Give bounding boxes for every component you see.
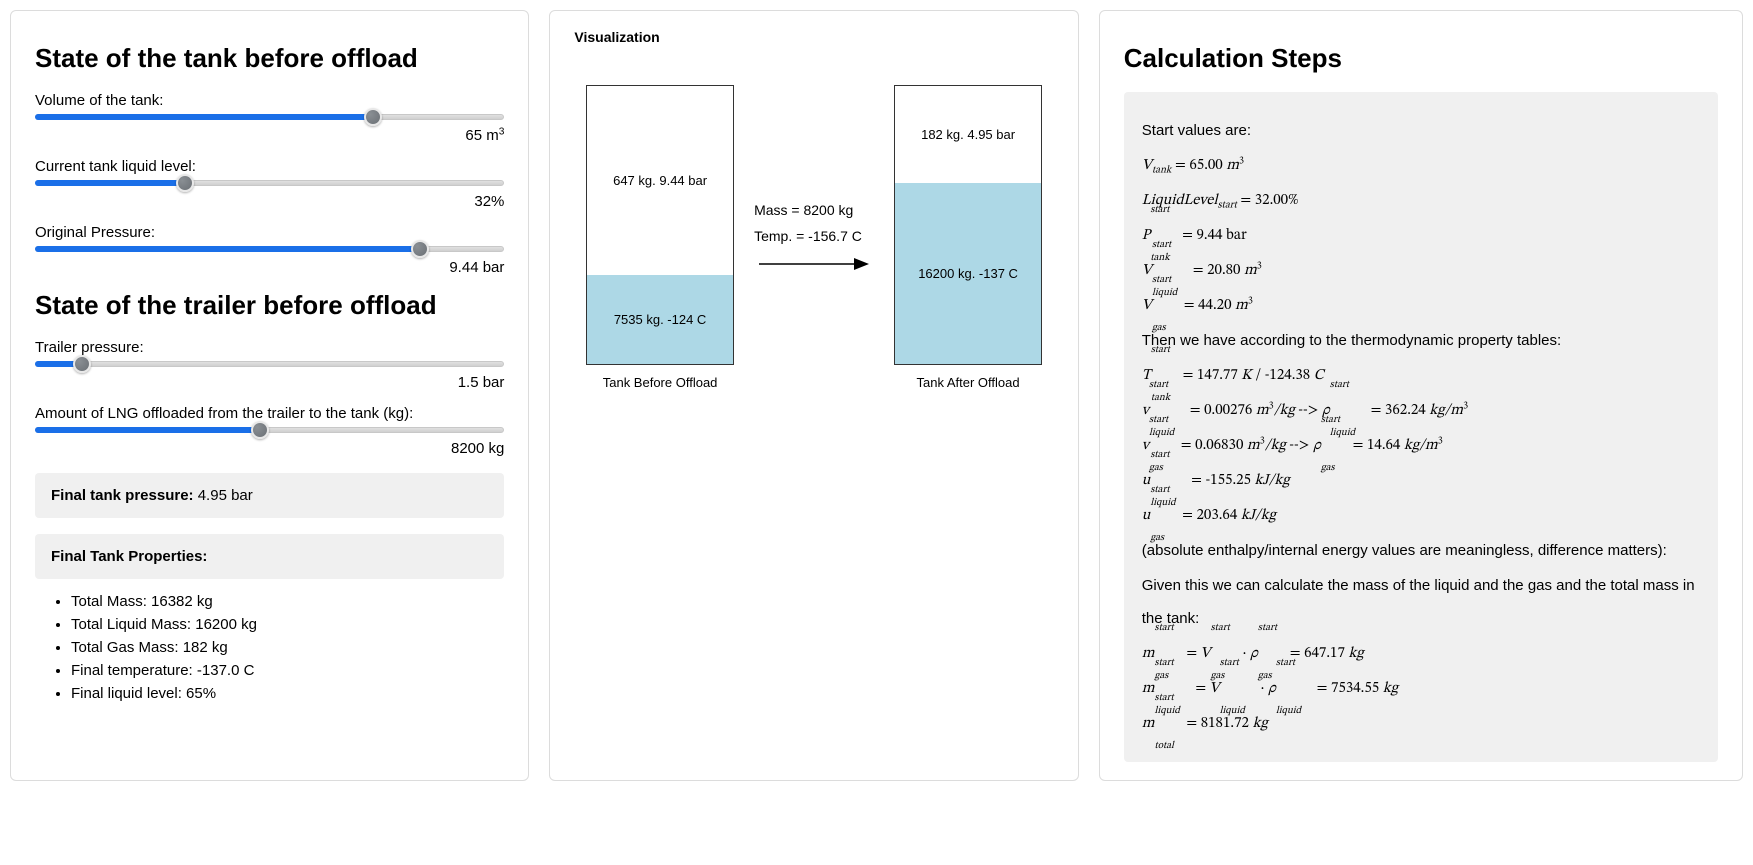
offload-value: 8200 kg xyxy=(35,430,504,457)
tank-before-gas: 647 kg. 9.44 bar xyxy=(587,86,733,275)
calculation-panel: Calculation Steps Start values are: Vtan… xyxy=(1099,10,1743,781)
pressure-label: Original Pressure: xyxy=(35,224,504,241)
calc-body: Start values are: Vtank = 65.00 m3 Liqui… xyxy=(1124,92,1718,762)
final-pressure-box: Final tank pressure: 4.95 bar xyxy=(35,473,504,518)
transfer-info: Mass = 8200 kg Temp. = -156.7 C xyxy=(754,202,874,274)
pressure-value: 9.44 bar xyxy=(35,249,504,276)
tank-before-liquid: 7535 kg. -124 C xyxy=(587,275,733,364)
volume-label: Volume of the tank: xyxy=(35,92,504,109)
trailer-pressure-label: Trailer pressure: xyxy=(35,339,504,356)
calc-title: Calculation Steps xyxy=(1124,43,1718,74)
tank-after: 182 kg. 4.95 bar 16200 kg. -137 C xyxy=(894,85,1042,365)
arrow-icon xyxy=(754,254,874,274)
trailer-pressure-value: 1.5 bar xyxy=(35,364,504,391)
heading-tank-before: State of the tank before offload xyxy=(35,43,504,74)
controls-panel: State of the tank before offload Volume … xyxy=(10,10,529,781)
tank-before: 647 kg. 9.44 bar 7535 kg. -124 C xyxy=(586,85,734,365)
visualization-panel: Visualization 647 kg. 9.44 bar 7535 kg. … xyxy=(549,10,1078,781)
list-item: Total Gas Mass: 182 kg xyxy=(71,639,504,656)
offload-label: Amount of LNG offloaded from the trailer… xyxy=(35,405,504,422)
level-value: 32% xyxy=(35,183,504,210)
list-item: Final temperature: -137.0 C xyxy=(71,662,504,679)
list-item: Total Liquid Mass: 16200 kg xyxy=(71,616,504,633)
final-properties-box: Final Tank Properties: xyxy=(35,534,504,579)
tank-after-liquid: 16200 kg. -137 C xyxy=(895,183,1041,364)
final-properties-list: Total Mass: 16382 kg Total Liquid Mass: … xyxy=(35,593,504,702)
level-label: Current tank liquid level: xyxy=(35,158,504,175)
volume-value: 65 m3 xyxy=(35,117,504,144)
heading-trailer-before: State of the trailer before offload xyxy=(35,290,504,321)
tank-after-label: Tank After Offload xyxy=(917,375,1020,390)
tank-before-label: Tank Before Offload xyxy=(603,375,718,390)
list-item: Total Mass: 16382 kg xyxy=(71,593,504,610)
list-item: Final liquid level: 65% xyxy=(71,685,504,702)
viz-title: Visualization xyxy=(574,29,1053,45)
tank-after-gas: 182 kg. 4.95 bar xyxy=(895,86,1041,183)
